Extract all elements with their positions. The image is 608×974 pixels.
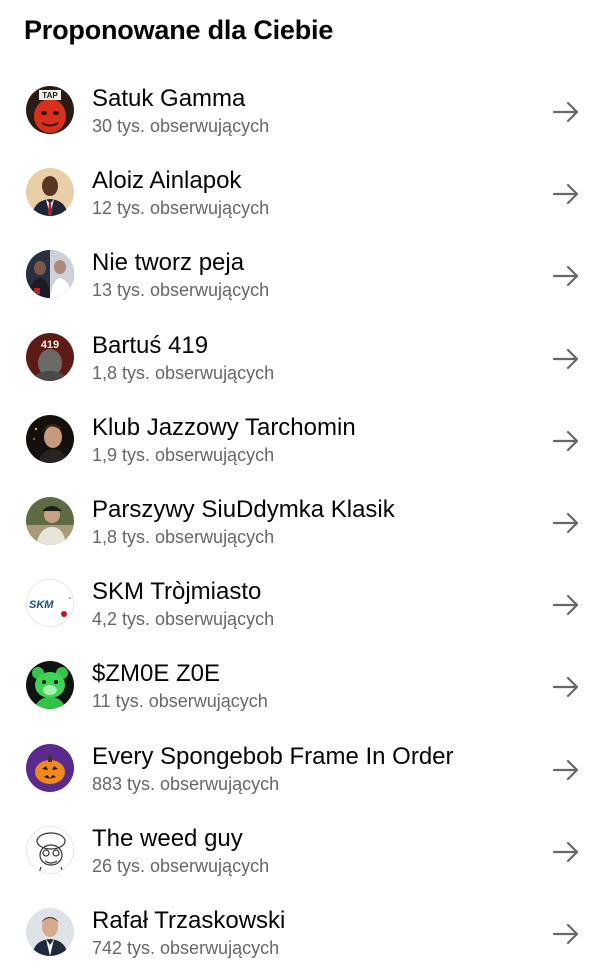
follower-count: 26 tys. obserwujących [92, 855, 270, 876]
svg-text:419: 419 [41, 339, 59, 351]
419-avatar-icon[interactable]: 419 [26, 332, 74, 381]
page-title: Proponowane dla Ciebie [24, 14, 334, 45]
suggestion-row[interactable]: Every Spongebob Frame In Order 883 tys. … [0, 728, 608, 810]
arrow-right-icon[interactable] [550, 178, 582, 210]
header: Proponowane dla Ciebie [24, 12, 333, 48]
page-name[interactable]: Satuk Gamma [92, 84, 528, 114]
arrow-right-icon[interactable] [550, 754, 582, 786]
svg-text:TAP: TAP [42, 91, 58, 100]
follower-count: 1,9 tys. obserwujących [92, 444, 275, 465]
page-name[interactable]: The weed guy [92, 824, 528, 854]
page-name[interactable]: Nie tworz peja [92, 248, 528, 278]
suggestion-text: Rafał Trzaskowski 742 tys. obserwujących [92, 906, 528, 960]
arrow-right-icon[interactable] [550, 507, 582, 539]
page-name[interactable]: Parszywy SiuDdymka Klasik [92, 495, 528, 525]
suggestion-row[interactable]: SKM SKM Tròjmiasto 4,2 tys. obserwującyc… [0, 563, 608, 645]
suggestion-row[interactable]: Rafał Trzaskowski 742 tys. obserwujących [0, 892, 608, 974]
green-bear-avatar-icon[interactable] [26, 661, 74, 710]
page-name[interactable]: Bartuś 419 [92, 331, 528, 361]
suggestion-text: The weed guy 26 tys. obserwujących [92, 824, 528, 878]
skm-logo-avatar-icon[interactable]: SKM [26, 579, 74, 628]
suggestion-row[interactable]: Nie tworz peja 13 tys. obserwujących [0, 234, 608, 316]
suggestion-row[interactable]: Aloiz Ainlapok 12 tys. obserwujących [0, 152, 608, 234]
arrow-right-icon[interactable] [550, 425, 582, 457]
page-name[interactable]: $ZM0E Z0E [92, 659, 528, 689]
arrow-right-icon[interactable] [550, 260, 582, 292]
man-portrait-avatar-icon[interactable] [26, 907, 74, 956]
man-with-cap-avatar-icon[interactable] [26, 496, 74, 545]
follower-count: 742 tys. obserwujących [92, 937, 280, 958]
suggestion-row[interactable]: The weed guy 26 tys. obserwujących [0, 810, 608, 892]
follower-count: 1,8 tys. obserwujących [92, 526, 275, 547]
man-in-suit-avatar-icon[interactable] [26, 168, 74, 217]
suggestion-text: Aloiz Ainlapok 12 tys. obserwujących [92, 166, 528, 220]
follower-count: 30 tys. obserwujących [92, 116, 270, 136]
suggestion-row[interactable]: Klub Jazzowy Tarchomin 1,9 tys. obserwuj… [0, 399, 608, 481]
suggestions-list: TAP Satuk Gamma 30 tys. obserwujących Al… [0, 70, 608, 974]
follower-count: 1,8 tys. obserwujących [92, 362, 275, 383]
suggestion-text: SKM Tròjmiasto 4,2 tys. obserwujących [92, 577, 528, 631]
suggestion-text: Every Spongebob Frame In Order 883 tys. … [92, 742, 528, 796]
arrow-right-icon[interactable] [550, 918, 582, 950]
arrow-right-icon[interactable] [550, 96, 582, 128]
suggestion-text: Parszywy SiuDdymka Klasik 1,8 tys. obser… [92, 495, 528, 549]
suggestion-row[interactable]: Parszywy SiuDdymka Klasik 1,8 tys. obser… [0, 481, 608, 563]
suggestion-text: Klub Jazzowy Tarchomin 1,9 tys. obserwuj… [92, 413, 528, 467]
suggestion-text: $ZM0E Z0E 11 tys. obserwujących [92, 659, 528, 713]
follower-count: 12 tys. obserwujących [92, 198, 270, 219]
page-name[interactable]: Rafał Trzaskowski [92, 906, 528, 936]
suggestion-text: Nie tworz peja 13 tys. obserwujących [92, 248, 528, 302]
follower-count: 4,2 tys. obserwujących [92, 609, 275, 630]
page-name[interactable]: Klub Jazzowy Tarchomin [92, 413, 528, 443]
svg-text:SKM: SKM [29, 599, 54, 611]
dark-portrait-avatar-icon[interactable] [26, 414, 74, 463]
arrow-right-icon[interactable] [550, 343, 582, 375]
page-name[interactable]: Aloiz Ainlapok [92, 166, 528, 196]
follower-count: 883 tys. obserwujących [92, 773, 280, 794]
suggestion-row[interactable]: $ZM0E Z0E 11 tys. obserwujących [0, 645, 608, 727]
suggestion-row[interactable]: 419 Bartuś 419 1,8 tys. obserwujących [0, 317, 608, 399]
page-name[interactable]: Every Spongebob Frame In Order [92, 742, 528, 772]
follower-count: 11 tys. obserwujących [92, 691, 268, 712]
arrow-right-icon[interactable] [550, 836, 582, 868]
red-face-avatar-icon[interactable]: TAP [26, 86, 74, 134]
suggestion-text: Satuk Gamma 30 tys. obserwujących [92, 84, 528, 138]
group-photo-avatar-icon[interactable] [26, 250, 74, 299]
arrow-right-icon[interactable] [550, 671, 582, 703]
suggestion-text: Bartuś 419 1,8 tys. obserwujących [92, 331, 528, 385]
pumpkin-avatar-icon[interactable] [26, 743, 74, 792]
page-name[interactable]: SKM Tròjmiasto [92, 577, 528, 607]
follower-count: 13 tys. obserwujących [92, 280, 270, 301]
cartoon-sketch-avatar-icon[interactable] [26, 825, 74, 874]
suggestion-row[interactable]: TAP Satuk Gamma 30 tys. obserwujących [0, 70, 608, 152]
arrow-right-icon[interactable] [550, 589, 582, 621]
